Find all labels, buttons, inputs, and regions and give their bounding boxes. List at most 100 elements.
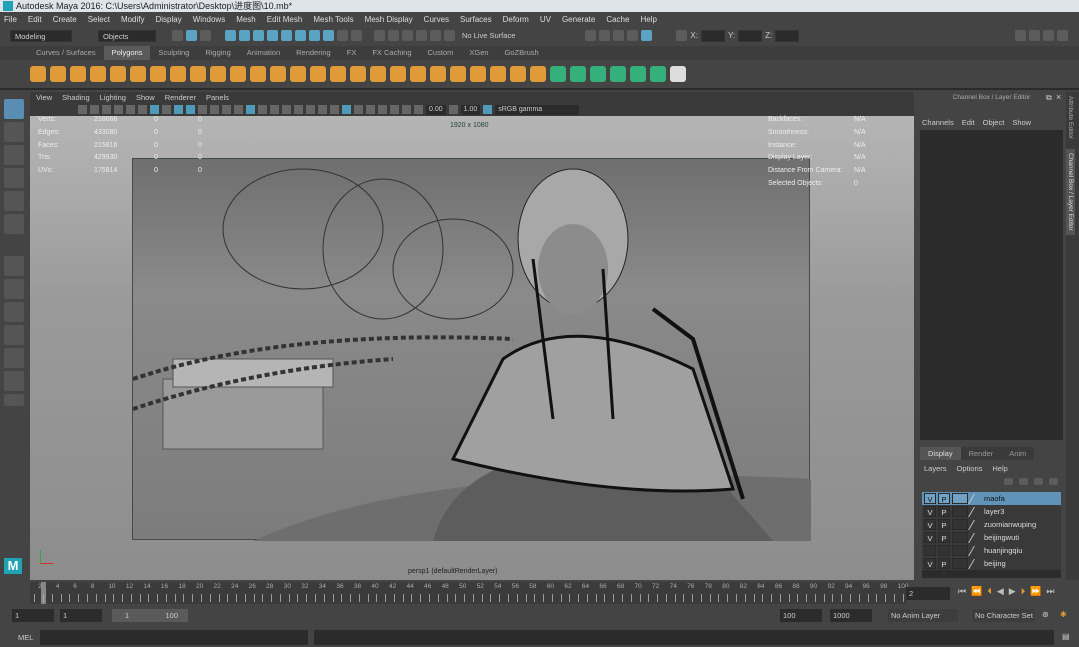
transform-mode-icon[interactable] xyxy=(676,30,688,41)
magnet-icon[interactable] xyxy=(388,30,399,41)
menu-windows[interactable]: Windows xyxy=(193,15,225,24)
shadows-icon[interactable] xyxy=(294,105,303,114)
menu-curves[interactable]: Curves xyxy=(424,15,449,24)
tab-render[interactable]: Render xyxy=(960,447,1002,460)
new-empty-layer-icon[interactable] xyxy=(1034,478,1043,485)
play-forwards-icon[interactable]: ▶ xyxy=(1009,586,1016,597)
platonic-icon[interactable] xyxy=(170,66,186,82)
menu-surfaces[interactable]: Surfaces xyxy=(460,15,492,24)
menuset-dropdown[interactable]: Modeling xyxy=(10,29,72,42)
layer-name[interactable]: beijing xyxy=(984,559,1006,568)
cylinder-icon[interactable] xyxy=(70,66,86,82)
single-view-layout-icon[interactable] xyxy=(4,256,24,276)
visibility-toggle[interactable] xyxy=(924,545,936,556)
color-space-dropdown[interactable]: sRGB gamma xyxy=(495,104,580,115)
grease-pencil-icon[interactable] xyxy=(138,105,147,114)
current-frame-field[interactable]: 2 xyxy=(906,587,950,600)
display-type-toggle[interactable] xyxy=(952,545,968,556)
safe-title-icon[interactable] xyxy=(222,105,231,114)
select-icon[interactable] xyxy=(351,30,362,41)
auto-key-icon[interactable]: ⊛ xyxy=(1042,610,1049,619)
menu-mesh-tools[interactable]: Mesh Tools xyxy=(313,15,353,24)
more-layouts-icon[interactable] xyxy=(4,394,24,406)
playback-toggle[interactable]: P xyxy=(938,506,950,517)
move-layer-up-icon[interactable] xyxy=(1004,478,1013,485)
menu-select[interactable]: Select xyxy=(88,15,110,24)
layer-row[interactable]: V Pmaofa xyxy=(922,492,1061,505)
gamma-icon[interactable] xyxy=(448,105,458,114)
select-component-icon[interactable] xyxy=(200,30,211,41)
tab-fx-caching[interactable]: FX Caching xyxy=(364,46,419,60)
render-view-icon[interactable] xyxy=(641,30,653,41)
y-field[interactable] xyxy=(738,29,763,42)
layer-color-swatch[interactable] xyxy=(968,532,984,543)
layer-name[interactable]: huanjingqiu xyxy=(984,546,1022,555)
target-weld-icon[interactable] xyxy=(590,66,606,82)
prism-icon[interactable] xyxy=(210,66,226,82)
layer-name[interactable]: zuomianwuping xyxy=(984,520,1036,529)
start-time-field[interactable]: 1 xyxy=(12,609,54,622)
smooth-shade-icon[interactable] xyxy=(246,105,255,114)
layer-color-swatch[interactable] xyxy=(968,493,984,504)
uv-editor-icon[interactable] xyxy=(610,66,626,82)
playback-toggle[interactable]: P xyxy=(938,519,950,530)
step-back-frame-icon[interactable]: ⏴ xyxy=(987,586,992,597)
cone-icon[interactable] xyxy=(90,66,106,82)
display-type-toggle[interactable] xyxy=(952,558,968,569)
display-type-toggle[interactable] xyxy=(952,519,968,530)
safe-action-icon[interactable] xyxy=(210,105,219,114)
camera-icon[interactable] xyxy=(78,105,87,114)
multisample-icon[interactable] xyxy=(330,105,339,114)
hypershade-icon[interactable] xyxy=(627,30,639,41)
visibility-toggle[interactable]: V xyxy=(924,493,936,504)
menu-edit-mesh[interactable]: Edit Mesh xyxy=(267,15,303,24)
xray-icon[interactable] xyxy=(342,105,351,114)
visibility-toggle[interactable]: V xyxy=(924,558,936,569)
outliner-layout-icon[interactable] xyxy=(4,325,24,345)
field-chart-icon[interactable] xyxy=(198,105,207,114)
camera-attr-icon[interactable] xyxy=(90,105,99,114)
channel-menu-object[interactable]: Object xyxy=(983,118,1005,127)
exposure-field[interactable]: 0.00 xyxy=(426,104,446,115)
select-object-icon[interactable] xyxy=(186,30,197,41)
paint-select-tool-icon[interactable] xyxy=(4,145,24,165)
super-shape-icon[interactable] xyxy=(310,66,326,82)
svg-icon[interactable] xyxy=(350,66,366,82)
tab-animation[interactable]: Animation xyxy=(239,46,288,60)
animation-preferences-icon[interactable]: ✱ xyxy=(1060,610,1067,619)
gamma-field[interactable]: 1.00 xyxy=(460,104,481,115)
tab-custom[interactable]: Custom xyxy=(420,46,462,60)
bevel-icon[interactable] xyxy=(530,66,546,82)
channel-box-icon[interactable] xyxy=(1057,30,1069,41)
pipe-icon[interactable] xyxy=(230,66,246,82)
layer-row[interactable]: V Pbeijingwuti xyxy=(922,531,1061,544)
menu-create[interactable]: Create xyxy=(53,15,77,24)
motion-blur-icon[interactable] xyxy=(318,105,327,114)
combine-icon[interactable] xyxy=(370,66,386,82)
menu-file[interactable]: File xyxy=(4,15,17,24)
isolate-select-icon[interactable] xyxy=(366,105,375,114)
current-frame-marker[interactable] xyxy=(41,582,47,604)
xray-joints-icon[interactable] xyxy=(354,105,363,114)
append-icon[interactable] xyxy=(550,66,566,82)
menu-edit[interactable]: Edit xyxy=(28,15,42,24)
modeling-toolkit-icon[interactable] xyxy=(1015,30,1027,41)
step-back-key-icon[interactable]: ⏪ xyxy=(971,586,982,597)
menu-modify[interactable]: Modify xyxy=(121,15,145,24)
lasso-tool-icon[interactable] xyxy=(4,122,24,142)
command-language-label[interactable]: MEL xyxy=(18,633,33,642)
ambient-occlusion-icon[interactable] xyxy=(306,105,315,114)
layer-color-swatch[interactable] xyxy=(968,545,984,556)
snap-grid-icon[interactable] xyxy=(225,30,236,41)
extract-icon[interactable] xyxy=(410,66,426,82)
layer-row[interactable]: V Pbeijing xyxy=(922,557,1061,570)
bridge-icon[interactable] xyxy=(490,66,506,82)
panel-menu-shading[interactable]: Shading xyxy=(62,93,90,102)
zbrush-icon[interactable] xyxy=(670,66,686,82)
tab-anim[interactable]: Anim xyxy=(1001,447,1035,460)
layer-color-swatch[interactable] xyxy=(968,506,984,517)
layer-color-swatch[interactable] xyxy=(968,558,984,569)
menu-mesh[interactable]: Mesh xyxy=(236,15,256,24)
hud-icon[interactable] xyxy=(378,105,387,114)
magnet-icon[interactable] xyxy=(402,30,413,41)
